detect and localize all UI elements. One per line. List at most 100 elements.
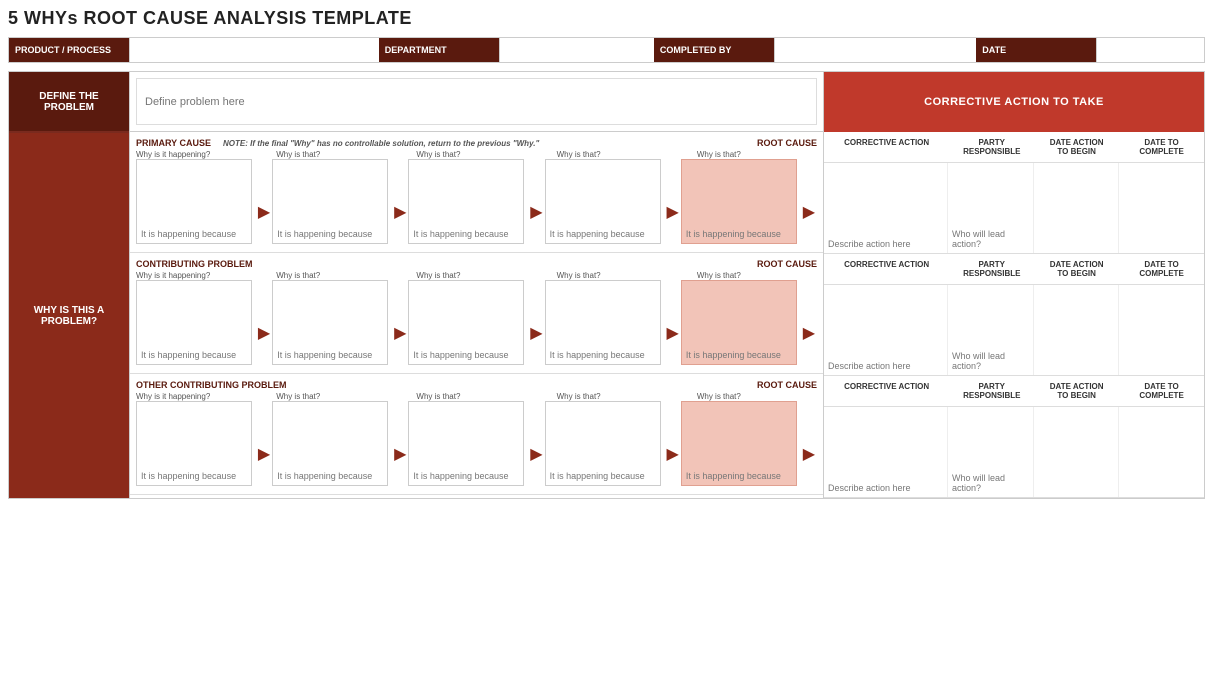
why-row-0: It is happening because▶It is happening … xyxy=(130,159,823,248)
arrow-0-1: ▶ xyxy=(394,182,406,222)
corr-cell-0-1[interactable]: Who will lead action? xyxy=(948,163,1034,253)
corr-cell-0-0[interactable]: Describe action here xyxy=(824,163,948,253)
why-row-1: It is happening because▶It is happening … xyxy=(130,280,823,369)
sections-container: PRIMARY CAUSENOTE: If the final "Why" ha… xyxy=(130,132,823,495)
sub-labels-row-1: Why is it happening?Why is that?Why is t… xyxy=(130,271,823,280)
why-column-2-2: It is happening because xyxy=(408,401,524,486)
why-box-0-3[interactable]: It is happening because xyxy=(545,159,661,244)
cause-title-0: PRIMARY CAUSE xyxy=(136,138,211,148)
sub-labels-row-2: Why is it happening?Why is that?Why is t… xyxy=(130,392,823,401)
corr-cell-2-1[interactable]: Who will lead action? xyxy=(948,407,1034,497)
corrective-section-2: CORRECTIVE ACTIONPARTY RESPONSIBLEDATE A… xyxy=(824,376,1204,498)
product-label: PRODUCT / PROCESS xyxy=(9,38,129,62)
corr-col-header-1-date_to_complete: DATE TO COMPLETE xyxy=(1119,258,1204,280)
why-box-2-3[interactable]: It is happening because xyxy=(545,401,661,486)
corrective-col-headers-1: CORRECTIVE ACTIONPARTY RESPONSIBLEDATE A… xyxy=(824,254,1204,285)
cause-section-header-0: PRIMARY CAUSENOTE: If the final "Why" ha… xyxy=(130,136,823,150)
corrective-row-1: Describe action hereWho will lead action… xyxy=(824,285,1204,375)
define-problem-sidebar: DEFINE THE PROBLEM xyxy=(9,72,129,132)
arrow-2-3: ▶ xyxy=(667,424,679,464)
corr-cell-2-0[interactable]: Describe action here xyxy=(824,407,948,497)
why-column-1-2: It is happening because xyxy=(408,280,524,365)
corr-cell-2-3[interactable] xyxy=(1119,407,1204,497)
why-column-1-0: It is happening because xyxy=(136,280,252,365)
page-title: 5 WHYs ROOT CAUSE ANALYSIS TEMPLATE xyxy=(8,8,1205,29)
why-sub-label-0-3: Why is that? xyxy=(557,150,673,159)
main-grid: DEFINE THE PROBLEM WHY IS THIS A PROBLEM… xyxy=(8,71,1205,499)
why-box-1-0[interactable]: It is happening because xyxy=(136,280,252,365)
define-problem-input[interactable] xyxy=(136,78,817,125)
why-box-0-2[interactable]: It is happening because xyxy=(408,159,524,244)
why-sub-label-0-0: Why is it happening? xyxy=(136,150,252,159)
why-box-1-2[interactable]: It is happening because xyxy=(408,280,524,365)
why-column-2-4: It is happening because xyxy=(681,401,797,486)
why-sub-label-2-2: Why is that? xyxy=(416,392,532,401)
why-box-2-2[interactable]: It is happening because xyxy=(408,401,524,486)
corrective-col-headers-2: CORRECTIVE ACTIONPARTY RESPONSIBLEDATE A… xyxy=(824,376,1204,407)
department-value[interactable] xyxy=(499,38,654,62)
product-value[interactable] xyxy=(129,38,379,62)
why-column-1-3: It is happening because xyxy=(545,280,661,365)
corr-cell-0-3[interactable] xyxy=(1119,163,1204,253)
why-box-1-1[interactable]: It is happening because xyxy=(272,280,388,365)
final-arrow-1: ▶ xyxy=(803,303,815,343)
why-box-2-0[interactable]: It is happening because xyxy=(136,401,252,486)
why-box-0-1[interactable]: It is happening because xyxy=(272,159,388,244)
date-label: DATE xyxy=(976,38,1096,62)
cause-title-1: CONTRIBUTING PROBLEM xyxy=(136,259,253,269)
date-value[interactable] xyxy=(1096,38,1204,62)
corr-cell-1-3[interactable] xyxy=(1119,285,1204,375)
cause-section-header-1: CONTRIBUTING PROBLEMROOT CAUSE xyxy=(130,257,823,271)
arrow-2-1: ▶ xyxy=(394,424,406,464)
left-sidebar: DEFINE THE PROBLEM WHY IS THIS A PROBLEM… xyxy=(9,72,129,498)
why-box-0-0[interactable]: It is happening because xyxy=(136,159,252,244)
right-panel: CORRECTIVE ACTION TO TAKE CORRECTIVE ACT… xyxy=(824,72,1204,498)
why-column-2-3: It is happening because xyxy=(545,401,661,486)
arrow-1-2: ▶ xyxy=(530,303,542,343)
corrective-header: CORRECTIVE ACTION TO TAKE xyxy=(824,72,1204,132)
corr-cell-1-2[interactable] xyxy=(1034,285,1120,375)
why-sub-label-2-1: Why is that? xyxy=(276,392,392,401)
corr-col-header-1-corrective_action: CORRECTIVE ACTION xyxy=(824,258,949,280)
why-column-0-2: It is happening because xyxy=(408,159,524,244)
why-column-0-4: It is happening because xyxy=(681,159,797,244)
center-content: PRIMARY CAUSENOTE: If the final "Why" ha… xyxy=(129,72,824,498)
corrective-row-2: Describe action hereWho will lead action… xyxy=(824,407,1204,497)
corr-col-header-2-date_action_begin: DATE ACTION TO BEGIN xyxy=(1034,380,1119,402)
why-sub-label-2-4: Why is that? xyxy=(697,392,813,401)
corr-col-header-0-party_responsible: PARTY RESPONSIBLE xyxy=(949,136,1034,158)
why-box-2-4[interactable]: It is happening because xyxy=(681,401,797,486)
page: 5 WHYs ROOT CAUSE ANALYSIS TEMPLATE PROD… xyxy=(0,0,1213,507)
why-sub-label-1-2: Why is that? xyxy=(416,271,532,280)
arrow-1-3: ▶ xyxy=(667,303,679,343)
corr-col-header-1-party_responsible: PARTY RESPONSIBLE xyxy=(949,258,1034,280)
why-column-1-4: It is happening because xyxy=(681,280,797,365)
department-label: DEPARTMENT xyxy=(379,38,499,62)
corr-cell-1-0[interactable]: Describe action here xyxy=(824,285,948,375)
corrective-row-0: Describe action hereWho will lead action… xyxy=(824,163,1204,253)
corr-cell-2-2[interactable] xyxy=(1034,407,1120,497)
header-bar: PRODUCT / PROCESS DEPARTMENT COMPLETED B… xyxy=(8,37,1205,63)
corrective-sections: CORRECTIVE ACTIONPARTY RESPONSIBLEDATE A… xyxy=(824,132,1204,498)
corrective-section-0: CORRECTIVE ACTIONPARTY RESPONSIBLEDATE A… xyxy=(824,132,1204,254)
corr-cell-1-1[interactable]: Who will lead action? xyxy=(948,285,1034,375)
completed-by-value[interactable] xyxy=(774,38,976,62)
why-column-0-1: It is happening because xyxy=(272,159,388,244)
why-is-problem-sidebar: WHY IS THIS A PROBLEM? xyxy=(9,132,129,498)
sub-labels-row-0: Why is it happening? Why is that? Why is t… xyxy=(130,150,823,159)
why-sub-label-0-2: Why is that? xyxy=(416,150,532,159)
why-box-0-4[interactable]: It is happening because xyxy=(681,159,797,244)
corr-cell-0-2[interactable] xyxy=(1034,163,1120,253)
final-arrow-0: ▶ xyxy=(803,182,815,222)
corr-col-header-1-date_action_begin: DATE ACTION TO BEGIN xyxy=(1034,258,1119,280)
root-cause-label-0: ROOT CAUSE xyxy=(757,138,817,148)
cause-title-2: OTHER CONTRIBUTING PROBLEM xyxy=(136,380,287,390)
why-box-2-1[interactable]: It is happening because xyxy=(272,401,388,486)
corr-col-header-0-date_to_complete: DATE TO COMPLETE xyxy=(1119,136,1204,158)
why-sub-label-0-4: Why is that? xyxy=(697,150,813,159)
why-box-1-3[interactable]: It is happening because xyxy=(545,280,661,365)
why-box-1-4[interactable]: It is happening because xyxy=(681,280,797,365)
arrow-0-2: ▶ xyxy=(530,182,542,222)
corr-col-header-2-corrective_action: CORRECTIVE ACTION xyxy=(824,380,949,402)
arrow-0-3: ▶ xyxy=(667,182,679,222)
